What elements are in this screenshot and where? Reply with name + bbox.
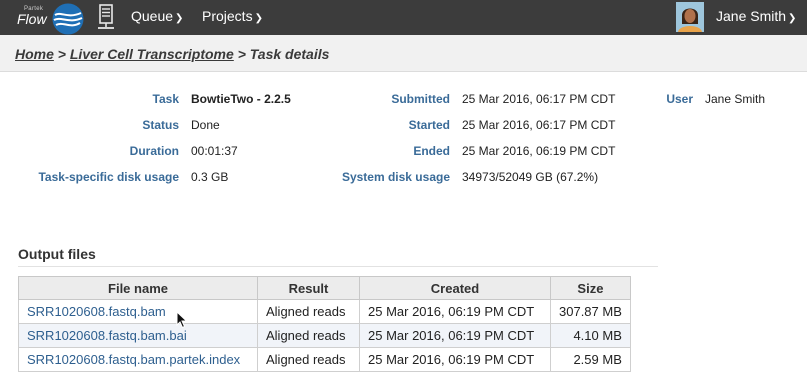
top-navbar: Partek Flow Queue ❯ Projects ❯ Jane Smith ❯ [0, 0, 807, 35]
task-disk-usage-label: Task-specific disk usage [38, 170, 179, 184]
chevron-down-icon: ❯ [175, 13, 184, 24]
duration-value: 00:01:37 [191, 144, 238, 158]
section-divider [18, 266, 658, 267]
result-cell: Aligned reads [257, 323, 360, 348]
logo-wave-icon [52, 3, 84, 35]
breadcrumb-home-link[interactable]: Home [15, 46, 54, 62]
status-value: Done [191, 118, 220, 132]
task-value: BowtieTwo - 2.2.5 [191, 92, 291, 106]
file-link[interactable]: SRR1020608.fastq.bam [27, 304, 166, 319]
column-header-file-name[interactable]: File name [18, 276, 258, 300]
size-cell: 307.87 MB [550, 299, 631, 324]
started-value: 25 Mar 2016, 06:17 PM CDT [462, 118, 616, 132]
result-cell: Aligned reads [257, 347, 360, 372]
size-cell: 4.10 MB [550, 323, 631, 348]
duration-label: Duration [129, 144, 179, 158]
created-cell: 25 Mar 2016, 06:19 PM CDT [359, 299, 551, 324]
table-row: SRR1020608.fastq.bam Aligned reads 25 Ma… [18, 299, 631, 324]
user-menu[interactable]: Jane Smith ❯ [716, 8, 796, 24]
created-cell: 25 Mar 2016, 06:19 PM CDT [359, 347, 551, 372]
file-link[interactable]: SRR1020608.fastq.bam.bai [27, 328, 187, 343]
ended-label: Ended [413, 144, 450, 158]
status-label: Status [142, 118, 179, 132]
queue-menu[interactable]: Queue ❯ [131, 8, 183, 24]
logo-flow-text: Flow [17, 11, 47, 27]
file-link[interactable]: SRR1020608.fastq.bam.partek.index [27, 352, 240, 367]
user-value: Jane Smith [705, 92, 766, 106]
breadcrumb-separator: > [57, 46, 66, 62]
table-row: SRR1020608.fastq.bam.bai Aligned reads 2… [18, 323, 631, 348]
created-cell: 25 Mar 2016, 06:19 PM CDT [359, 323, 551, 348]
file-name-cell: SRR1020608.fastq.bam.partek.index [18, 347, 258, 372]
chevron-down-icon: ❯ [788, 13, 797, 24]
submitted-label: Submitted [391, 92, 450, 106]
task-disk-usage-value: 0.3 GB [191, 170, 229, 184]
output-files-heading: Output files [18, 246, 96, 262]
server-icon[interactable] [97, 4, 115, 30]
output-files-table: File name Result Created Size SRR1020608… [18, 276, 631, 372]
column-header-created[interactable]: Created [359, 276, 551, 300]
user-avatar[interactable] [676, 2, 704, 32]
chevron-down-icon: ❯ [254, 13, 263, 24]
task-label: Task [152, 92, 179, 106]
queue-menu-label: Queue [131, 8, 174, 24]
table-header-row: File name Result Created Size [18, 276, 631, 300]
mouse-cursor-icon [176, 311, 188, 329]
system-disk-usage-value: 34973/52049 GB (67.2%) [462, 170, 599, 184]
user-label: User [666, 92, 693, 106]
breadcrumb-project-link[interactable]: Liver Cell Transcriptome [70, 46, 234, 62]
ended-value: 25 Mar 2016, 06:19 PM CDT [462, 144, 616, 158]
projects-menu-label: Projects [202, 8, 253, 24]
submitted-value: 25 Mar 2016, 06:17 PM CDT [462, 92, 616, 106]
avatar-icon [676, 2, 704, 32]
breadcrumb-bar: Home > Liver Cell Transcriptome > Task d… [0, 35, 807, 72]
size-cell: 2.59 MB [550, 347, 631, 372]
file-name-cell: SRR1020608.fastq.bam [18, 299, 258, 324]
breadcrumb-separator: > [237, 46, 246, 62]
system-disk-usage-label: System disk usage [341, 170, 450, 184]
column-header-result[interactable]: Result [257, 276, 360, 300]
user-name-label: Jane Smith [716, 8, 787, 24]
result-cell: Aligned reads [257, 299, 360, 324]
breadcrumb: Home > Liver Cell Transcriptome > Task d… [15, 46, 329, 62]
file-name-cell: SRR1020608.fastq.bam.bai [18, 323, 258, 348]
table-row: SRR1020608.fastq.bam.partek.index Aligne… [18, 347, 631, 372]
partek-flow-logo[interactable]: Partek Flow [8, 2, 88, 35]
projects-menu[interactable]: Projects ❯ [202, 8, 263, 24]
breadcrumb-current: Task details [249, 46, 330, 62]
column-header-size[interactable]: Size [550, 276, 631, 300]
started-label: Started [408, 118, 450, 132]
